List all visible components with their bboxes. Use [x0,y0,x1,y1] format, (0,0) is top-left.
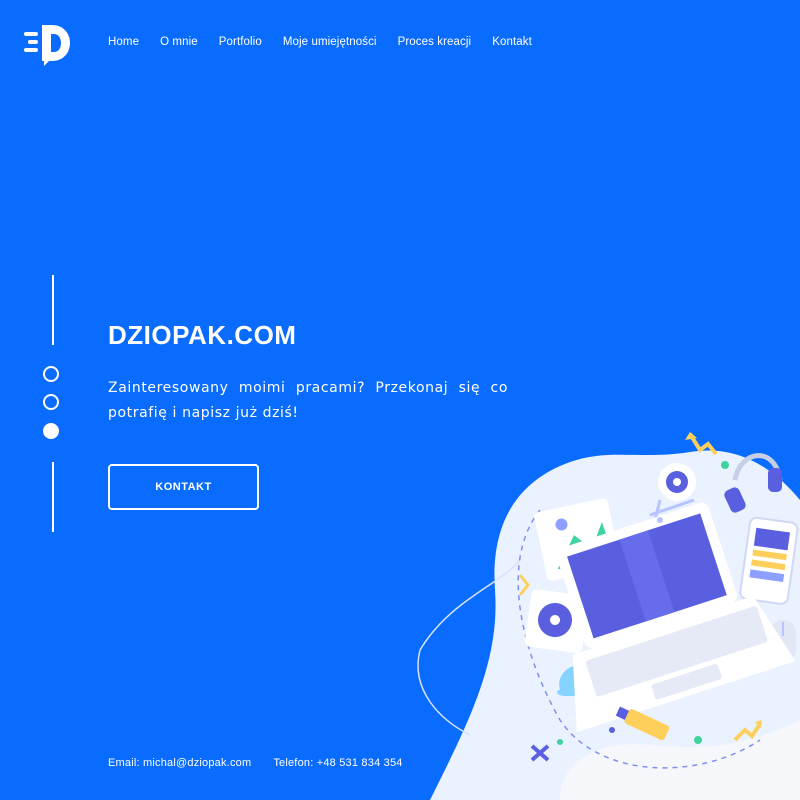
nav-portfolio[interactable]: Portfolio [219,36,262,48]
slider-dot-1[interactable] [43,366,59,382]
slider-line-top [52,275,54,345]
slider-dot-3-active[interactable] [43,423,59,439]
kontakt-button[interactable]: KONTAKT [108,464,259,510]
nav-o-mnie[interactable]: O mnie [160,36,198,48]
dziopak-logo-icon[interactable] [22,19,72,67]
nav-kontakt[interactable]: Kontakt [492,36,532,48]
footer-phone[interactable]: Telefon: +48 531 834 354 [273,757,402,769]
footer-email[interactable]: Email: michal@dziopak.com [108,757,251,769]
slider-dot-2[interactable] [43,394,59,410]
hero-text: Zainteresowany moimi pracami? Przekonaj … [108,380,508,421]
nav-proces-kreacji[interactable]: Proces kreacji [398,36,472,48]
nav-moje-umiejetnosci[interactable]: Moje umiejętności [283,36,377,48]
slider-line-bottom [52,462,54,532]
main-nav: Home O mnie Portfolio Moje umiejętności … [108,36,553,48]
hero-title: DZIOPAK.COM [108,320,297,350]
footer-contact: Email: michal@dziopak.com Telefon: +48 5… [108,757,403,769]
nav-home[interactable]: Home [108,36,139,48]
